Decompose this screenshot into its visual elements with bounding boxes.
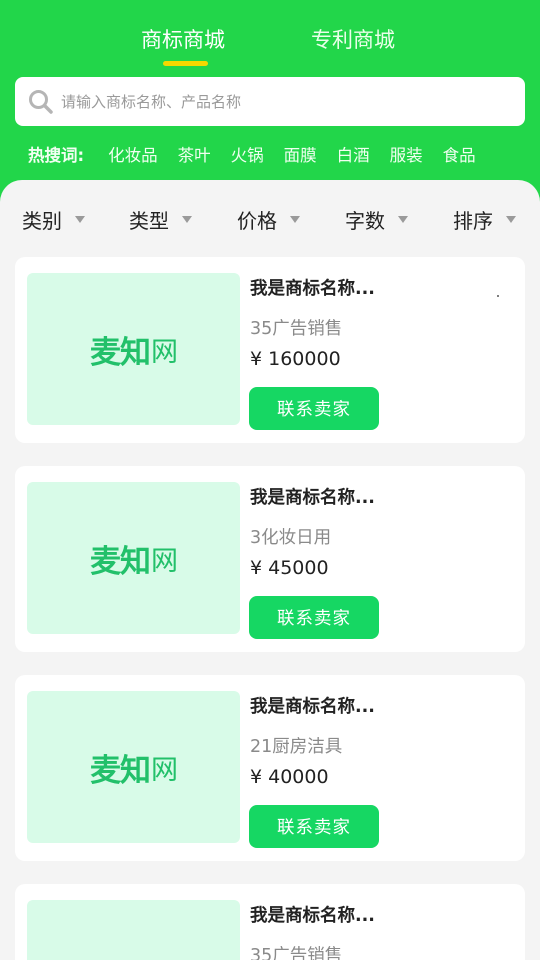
caret-down-icon [506, 216, 516, 223]
listing-title: 我是商标名称... [250, 697, 375, 717]
hot-search-row: 热搜词: 化妆品 茶叶 火锅 面膜 白酒 服装 食品 [28, 142, 476, 166]
search-input[interactable] [61, 92, 525, 111]
listing-thumbnail: 麦知网 [27, 482, 240, 634]
search-bar[interactable] [15, 77, 525, 126]
contact-seller-button[interactable]: 联系卖家 [249, 596, 379, 639]
filter-label: 字数 [345, 209, 385, 233]
listing-card[interactable]: 麦知网 我是商标名称... 35广告销售 ¥ 160000 联系卖家 [15, 257, 525, 443]
filter-sort[interactable]: 排序 [453, 205, 516, 234]
listing-price: ¥ 40000 [250, 766, 329, 788]
active-tab-indicator [163, 61, 208, 66]
filter-label: 类别 [22, 209, 62, 233]
contact-seller-button[interactable]: 联系卖家 [249, 805, 379, 848]
brand-logo: 麦知网 [90, 752, 178, 789]
filter-category[interactable]: 类别 [22, 205, 85, 234]
listing-category: 3化妆日用 [250, 528, 332, 548]
listing-price: ¥ 160000 [250, 348, 341, 370]
brand-logo: 麦知网 [90, 334, 178, 371]
listing-thumbnail [27, 900, 240, 960]
caret-down-icon [75, 216, 85, 223]
caret-down-icon [182, 216, 192, 223]
hot-word[interactable]: 茶叶 [178, 142, 211, 166]
dot-marker [497, 295, 499, 297]
brand-logo: 麦知网 [90, 543, 178, 580]
listing-category: 35广告销售 [250, 319, 343, 339]
contact-seller-button[interactable]: 联系卖家 [249, 387, 379, 430]
filter-price[interactable]: 价格 [237, 205, 300, 234]
listing-title: 我是商标名称... [250, 279, 375, 299]
top-tabs: 商标商城 专利商城 [0, 24, 540, 74]
listing-title: 我是商标名称... [250, 906, 375, 926]
listing-price: ¥ 45000 [250, 557, 329, 579]
tab-patent-mall[interactable]: 专利商城 [311, 24, 395, 54]
search-icon [27, 88, 55, 116]
listing-thumbnail: 麦知网 [27, 691, 240, 843]
listing-card[interactable]: 麦知网 我是商标名称... 21厨房洁具 ¥ 40000 联系卖家 [15, 675, 525, 861]
filter-label: 排序 [453, 209, 493, 233]
filter-label: 类型 [129, 209, 169, 233]
hot-word[interactable]: 白酒 [337, 142, 370, 166]
listing-category: 35广告销售 [250, 946, 343, 960]
filter-bar: 类别 类型 价格 字数 排序 [0, 205, 540, 241]
listing-card[interactable]: 我是商标名称... 35广告销售 [15, 884, 525, 960]
caret-down-icon [290, 216, 300, 223]
hot-search-label: 热搜词: [28, 146, 85, 165]
caret-down-icon [398, 216, 408, 223]
hot-word[interactable]: 食品 [443, 142, 476, 166]
filter-label: 价格 [237, 209, 277, 233]
listing-title: 我是商标名称... [250, 488, 375, 508]
tab-trademark-mall[interactable]: 商标商城 [141, 24, 225, 54]
listing-card[interactable]: 麦知网 我是商标名称... 3化妆日用 ¥ 45000 联系卖家 [15, 466, 525, 652]
hot-word[interactable]: 火锅 [231, 142, 264, 166]
hot-word[interactable]: 服装 [390, 142, 423, 166]
filter-word-count[interactable]: 字数 [345, 205, 408, 234]
listing-category: 21厨房洁具 [250, 737, 343, 757]
hot-word[interactable]: 化妆品 [108, 142, 158, 166]
hot-word[interactable]: 面膜 [284, 142, 317, 166]
listing-thumbnail: 麦知网 [27, 273, 240, 425]
filter-type[interactable]: 类型 [129, 205, 192, 234]
